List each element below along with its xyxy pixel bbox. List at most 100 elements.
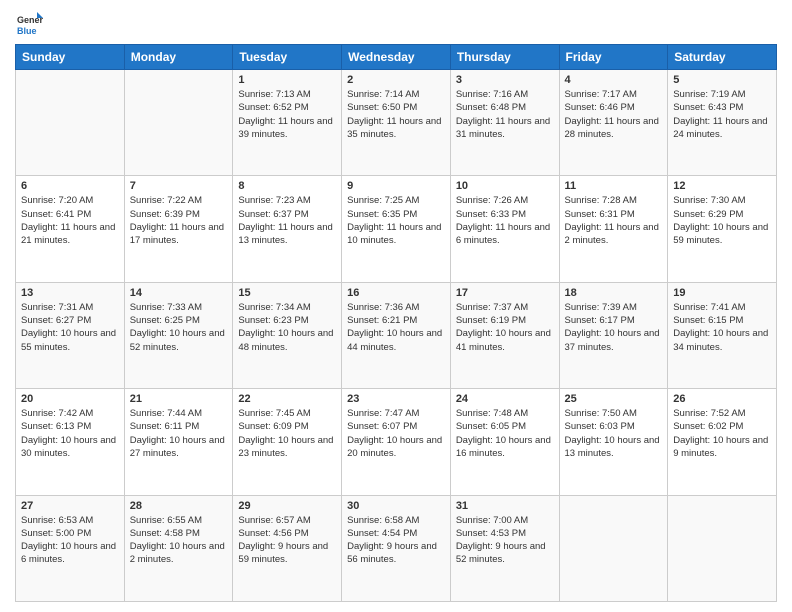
day-number: 25 [565,393,663,405]
svg-text:Blue: Blue [17,26,37,36]
weekday-header-wednesday: Wednesday [342,45,451,70]
day-info-line: Daylight: 11 hours and 24 minutes. [673,115,771,142]
day-info: Sunrise: 7:28 AMSunset: 6:31 PMDaylight:… [565,194,663,247]
calendar-cell: 16 Sunrise: 7:36 AMSunset: 6:21 PMDayligh… [342,282,451,388]
day-info-line: Sunrise: 7:25 AM [347,194,445,207]
day-info: Sunrise: 7:39 AMSunset: 6:17 PMDaylight:… [565,301,663,354]
day-info-line: Daylight: 9 hours and 56 minutes. [347,540,445,567]
day-info-line: Daylight: 11 hours and 31 minutes. [456,115,554,142]
day-number: 14 [130,287,228,299]
day-info-line: Sunset: 6:41 PM [21,208,119,221]
day-info-line: Daylight: 11 hours and 2 minutes. [565,221,663,248]
day-info-line: Sunrise: 7:41 AM [673,301,771,314]
day-number: 29 [238,500,336,512]
calendar-cell: 31Sunrise: 7:00 AMSunset: 4:53 PMDayligh… [450,495,559,601]
day-info: Sunrise: 7:41 AMSunset: 6:15 PMDaylight:… [673,301,771,354]
day-info: Sunrise: 7:42 AMSunset: 6:13 PMDaylight:… [21,407,119,460]
day-number: 15 [238,287,336,299]
weekday-header-friday: Friday [559,45,668,70]
day-info-line: Sunset: 6:17 PM [565,314,663,327]
calendar-cell: 19 Sunrise: 7:41 AMSunset: 6:15 PMDayligh… [668,282,777,388]
day-number: 19 [673,287,771,299]
day-info: Sunrise: 7:48 AMSunset: 6:05 PMDaylight:… [456,407,554,460]
day-info-line: Sunrise: 7:17 AM [565,88,663,101]
day-info-line: Sunset: 4:54 PM [347,527,445,540]
day-info-line: Sunrise: 7:47 AM [347,407,445,420]
day-info-line: Daylight: 11 hours and 10 minutes. [347,221,445,248]
day-info-line: Daylight: 10 hours and 30 minutes. [21,434,119,461]
day-info: Sunrise: 7:34 AMSunset: 6:23 PMDaylight:… [238,301,336,354]
day-info-line: Sunset: 6:29 PM [673,208,771,221]
day-info-line: Daylight: 10 hours and 20 minutes. [347,434,445,461]
day-info-line: Daylight: 10 hours and 34 minutes. [673,327,771,354]
day-info-line: Daylight: 10 hours and 52 minutes. [130,327,228,354]
calendar-cell: 30Sunrise: 6:58 AMSunset: 4:54 PMDayligh… [342,495,451,601]
day-info: Sunrise: 7:31 AMSunset: 6:27 PMDaylight:… [21,301,119,354]
calendar-cell: 8Sunrise: 7:23 AMSunset: 6:37 PMDaylight… [233,176,342,282]
day-info-line: Daylight: 11 hours and 17 minutes. [130,221,228,248]
day-info-line: Sunrise: 7:14 AM [347,88,445,101]
logo: General Blue [15,10,47,38]
day-info-line: Daylight: 10 hours and 23 minutes. [238,434,336,461]
day-info: Sunrise: 7:44 AMSunset: 6:11 PMDaylight:… [130,407,228,460]
calendar-cell: 10Sunrise: 7:26 AMSunset: 6:33 PMDayligh… [450,176,559,282]
day-info-line: Sunset: 6:15 PM [673,314,771,327]
calendar-cell: 12Sunrise: 7:30 AMSunset: 6:29 PMDayligh… [668,176,777,282]
calendar-cell: 9Sunrise: 7:25 AMSunset: 6:35 PMDaylight… [342,176,451,282]
day-info: Sunrise: 7:20 AMSunset: 6:41 PMDaylight:… [21,194,119,247]
day-number: 7 [130,180,228,192]
day-number: 11 [565,180,663,192]
calendar-cell: 4Sunrise: 7:17 AMSunset: 6:46 PMDaylight… [559,70,668,176]
calendar-week-1: 1Sunrise: 7:13 AMSunset: 6:52 PMDaylight… [16,70,777,176]
day-info-line: Sunset: 6:37 PM [238,208,336,221]
day-info-line: Sunset: 6:25 PM [130,314,228,327]
day-info-line: Sunset: 6:02 PM [673,420,771,433]
calendar-cell: 22Sunrise: 7:45 AMSunset: 6:09 PMDayligh… [233,389,342,495]
day-info-line: Sunset: 6:48 PM [456,101,554,114]
day-info: Sunrise: 7:13 AMSunset: 6:52 PMDaylight:… [238,88,336,141]
day-info: Sunrise: 7:00 AMSunset: 4:53 PMDaylight:… [456,514,554,567]
day-info: Sunrise: 7:17 AMSunset: 6:46 PMDaylight:… [565,88,663,141]
day-info-line: Daylight: 10 hours and 59 minutes. [673,221,771,248]
day-info-line: Daylight: 10 hours and 44 minutes. [347,327,445,354]
day-info-line: Daylight: 10 hours and 48 minutes. [238,327,336,354]
day-info-line: Sunset: 6:33 PM [456,208,554,221]
day-info-line: Sunset: 6:21 PM [347,314,445,327]
day-number: 28 [130,500,228,512]
day-info: Sunrise: 7:47 AMSunset: 6:07 PMDaylight:… [347,407,445,460]
day-info-line: Sunset: 6:13 PM [21,420,119,433]
day-info-line: Sunset: 6:43 PM [673,101,771,114]
day-info: Sunrise: 7:36 AMSunset: 6:21 PMDaylight:… [347,301,445,354]
calendar-cell: 5 Sunrise: 7:19 AMSunset: 6:43 PMDaylight… [668,70,777,176]
day-info: Sunrise: 6:58 AMSunset: 4:54 PMDaylight:… [347,514,445,567]
day-info: Sunrise: 7:19 AMSunset: 6:43 PMDaylight:… [673,88,771,141]
day-info-line: Sunrise: 7:31 AM [21,301,119,314]
day-info-line: Sunset: 6:03 PM [565,420,663,433]
calendar-cell: 23 Sunrise: 7:47 AMSunset: 6:07 PMDayligh… [342,389,451,495]
day-info-line: Sunrise: 6:55 AM [130,514,228,527]
calendar-cell: 26Sunrise: 7:52 AMSunset: 6:02 PMDayligh… [668,389,777,495]
day-number: 9 [347,180,445,192]
day-info-line: Sunset: 6:05 PM [456,420,554,433]
day-number: 2 [347,74,445,86]
day-info-line: Sunrise: 7:30 AM [673,194,771,207]
day-number: 23 [347,393,445,405]
day-number: 5 [673,74,771,86]
calendar-cell: 21Sunrise: 7:44 AMSunset: 6:11 PMDayligh… [124,389,233,495]
day-number: 16 [347,287,445,299]
day-info-line: Sunset: 6:07 PM [347,420,445,433]
calendar-week-2: 6Sunrise: 7:20 AMSunset: 6:41 PMDaylight… [16,176,777,282]
day-info-line: Sunrise: 6:57 AM [238,514,336,527]
day-info-line: Sunrise: 7:23 AM [238,194,336,207]
calendar-cell: 17Sunrise: 7:37 AMSunset: 6:19 PMDayligh… [450,282,559,388]
calendar-header: SundayMondayTuesdayWednesdayThursdayFrid… [16,45,777,70]
calendar-cell [559,495,668,601]
day-info: Sunrise: 7:23 AMSunset: 6:37 PMDaylight:… [238,194,336,247]
page-header: General Blue [15,10,777,38]
day-info-line: Sunset: 6:27 PM [21,314,119,327]
day-number: 20 [21,393,119,405]
day-number: 18 [565,287,663,299]
calendar-cell: 29Sunrise: 6:57 AMSunset: 4:56 PMDayligh… [233,495,342,601]
day-info-line: Sunrise: 7:20 AM [21,194,119,207]
calendar-cell: 13Sunrise: 7:31 AMSunset: 6:27 PMDayligh… [16,282,125,388]
